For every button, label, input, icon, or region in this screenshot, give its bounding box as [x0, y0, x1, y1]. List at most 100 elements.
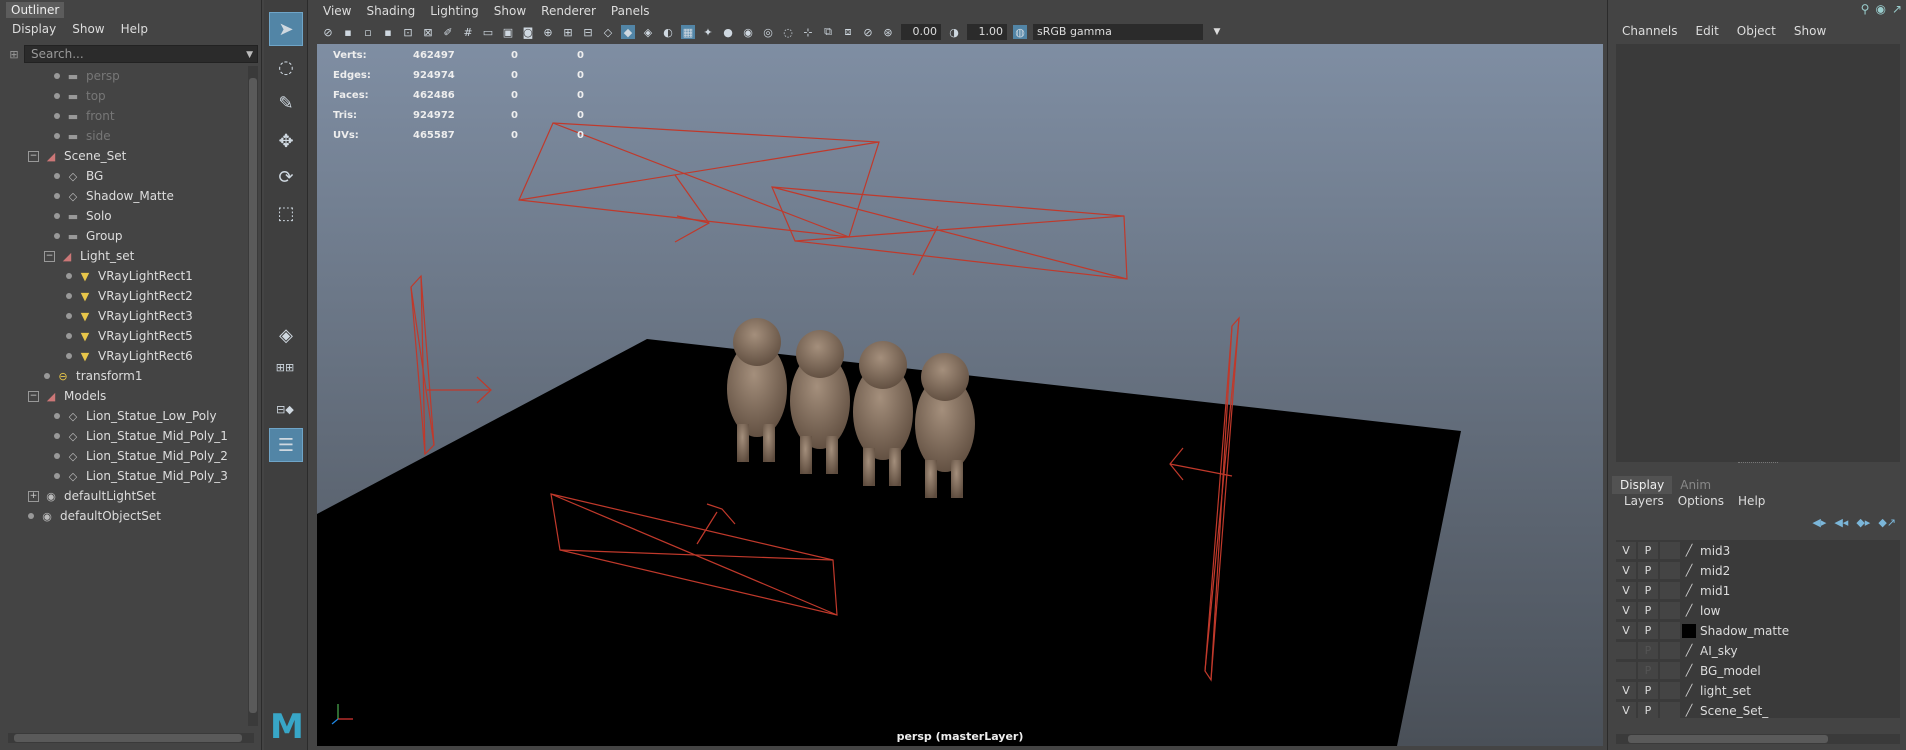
outliner-item[interactable]: ▼ VRayLightRect2	[66, 286, 193, 306]
paint-select-tool-icon[interactable]: ✎	[269, 86, 303, 120]
layer-row[interactable]: V P ╱ mid1	[1616, 581, 1900, 600]
layer-color-icon[interactable]: ╱	[1682, 704, 1696, 718]
layer-playback-toggle[interactable]: P	[1638, 702, 1658, 719]
layer-row[interactable]: V P ╱ light_set	[1616, 681, 1900, 700]
outliner-item[interactable]: ▼ VRayLightRect3	[66, 306, 193, 326]
outliner-horizontal-scrollbar[interactable]	[8, 733, 254, 743]
wireframe-on-shaded-icon[interactable]: ◈	[641, 25, 655, 39]
modeling-toolkit-icon[interactable]: ⚲	[1861, 2, 1870, 16]
gamma-field[interactable]: 1.00	[967, 24, 1007, 40]
camera-attributes-icon[interactable]: ▫	[361, 25, 375, 39]
smooth-shade-icon[interactable]: ◆	[621, 25, 635, 39]
outliner-layout-icon[interactable]: ☰	[269, 428, 303, 462]
layer-playback-toggle[interactable]: P	[1638, 542, 1658, 559]
isolate-select-icon[interactable]: ⊹	[801, 25, 815, 39]
outliner-vertical-scrollbar[interactable]	[248, 66, 258, 726]
use-all-lights-icon[interactable]: ▦	[681, 25, 695, 39]
outliner-search-input[interactable]: Search... ▼	[24, 45, 258, 63]
layer-visibility-toggle[interactable]: V	[1616, 682, 1636, 699]
viewport-menu-view[interactable]: View	[323, 4, 351, 20]
outliner-item[interactable]: ▼ VRayLightRect5	[66, 326, 193, 346]
panel-splitter[interactable]	[1738, 462, 1778, 466]
new-layer-from-selection-icon[interactable]: ◆↗	[1878, 516, 1896, 529]
viewport-menu-panels[interactable]: Panels	[611, 4, 650, 20]
single-pane-layout-icon[interactable]: ◈	[269, 318, 303, 352]
layer-playback-toggle[interactable]: P	[1638, 642, 1658, 659]
layer-visibility-toggle[interactable]	[1616, 662, 1636, 679]
layer-menu-options[interactable]: Options	[1678, 494, 1724, 508]
outliner-item[interactable]: − ◢ Models	[28, 386, 106, 406]
layer-color-icon[interactable]: ╱	[1682, 664, 1696, 678]
layer-display-type-toggle[interactable]	[1660, 622, 1680, 639]
outliner-item[interactable]: ◇ BG	[54, 166, 103, 186]
layer-display-type-toggle[interactable]	[1660, 542, 1680, 559]
outliner-item[interactable]: + ◉ defaultLightSet	[28, 486, 156, 506]
tab-display[interactable]: Display	[1612, 476, 1673, 494]
layer-color-icon[interactable]: ╱	[1682, 544, 1696, 558]
rotate-tool-icon[interactable]: ⟳	[269, 160, 303, 194]
outliner-item[interactable]: ◇ Lion_Statue_Mid_Poly_3	[54, 466, 228, 486]
x-ray-active-icon[interactable]: ⊘	[861, 25, 875, 39]
viewport-menu-show[interactable]: Show	[494, 4, 526, 20]
select-tool-icon[interactable]: ➤	[269, 12, 303, 46]
outliner-item[interactable]: ▬ front	[54, 106, 115, 126]
collapse-icon[interactable]: −	[44, 250, 55, 262]
layer-display-type-toggle[interactable]	[1660, 562, 1680, 579]
resolution-gate-icon[interactable]: ▣	[501, 25, 515, 39]
layer-playback-toggle[interactable]: P	[1638, 602, 1658, 619]
outliner-item[interactable]: ▼ VRayLightRect1	[66, 266, 193, 286]
outliner-item[interactable]: − ◢ Scene_Set	[28, 146, 126, 166]
film-gate-icon[interactable]: ▭	[481, 25, 495, 39]
x-ray-icon[interactable]: ⧉	[821, 25, 835, 39]
viewport-canvas[interactable]: Verts: 462497 0 0 Edges: 924974 0 0 Faces: 462486…	[317, 44, 1603, 746]
channel-box-area[interactable]	[1616, 44, 1900, 462]
color-management-icon[interactable]: ◍	[1013, 25, 1027, 39]
screen-space-ao-icon[interactable]: ●	[721, 25, 735, 39]
grid-icon[interactable]: #	[461, 25, 475, 39]
layer-color-icon[interactable]: ╱	[1682, 644, 1696, 658]
expand-icon[interactable]: +	[28, 490, 39, 502]
safe-action-icon[interactable]: ⊞	[561, 25, 575, 39]
field-chart-icon[interactable]: ⊕	[541, 25, 555, 39]
outliner-title[interactable]: Outliner	[6, 2, 65, 18]
layer-playback-toggle[interactable]: P	[1638, 682, 1658, 699]
outliner-item[interactable]: ▬ persp	[54, 66, 120, 86]
outliner-item[interactable]: ▼ VRayLightRect6	[66, 346, 193, 366]
layer-visibility-toggle[interactable]: V	[1616, 622, 1636, 639]
layer-playback-toggle[interactable]: P	[1638, 582, 1658, 599]
chevron-down-icon[interactable]: ▼	[246, 47, 253, 63]
attribute-editor-icon[interactable]: ◉	[1875, 2, 1885, 16]
layer-display-type-toggle[interactable]	[1660, 642, 1680, 659]
outliner-item[interactable]: ◇ Shadow_Matte	[54, 186, 174, 206]
layer-row[interactable]: V P ╱ mid2	[1616, 561, 1900, 580]
gamma-icon[interactable]: ◑	[947, 25, 961, 39]
layer-playback-toggle[interactable]: P	[1638, 662, 1658, 679]
layer-playback-toggle[interactable]: P	[1638, 562, 1658, 579]
exposure-icon[interactable]: ⊛	[881, 25, 895, 39]
layer-playback-toggle[interactable]: P	[1638, 622, 1658, 639]
depth-of-field-icon[interactable]: ◌	[781, 25, 795, 39]
two-pane-layout-icon[interactable]: ⊟◆	[269, 398, 301, 420]
layer-row[interactable]: V P Shadow_matte	[1616, 621, 1900, 640]
filter-icon[interactable]: ⊞	[4, 48, 24, 61]
lasso-tool-icon[interactable]: ◌	[269, 50, 303, 84]
tool-settings-icon[interactable]: ↗	[1892, 2, 1902, 16]
layer-color-icon[interactable]: ╱	[1682, 604, 1696, 618]
exposure-field[interactable]: 0.00	[901, 24, 941, 40]
shadows-icon[interactable]: ✦	[701, 25, 715, 39]
layer-visibility-toggle[interactable]: V	[1616, 542, 1636, 559]
wireframe-icon[interactable]: ◇	[601, 25, 615, 39]
two-d-pan-icon[interactable]: ⊠	[421, 25, 435, 39]
channel-box-menu-channels[interactable]: Channels	[1622, 24, 1678, 38]
layer-row[interactable]: V P ╱ low	[1616, 601, 1900, 620]
layer-display-type-toggle[interactable]	[1660, 662, 1680, 679]
layer-visibility-toggle[interactable]: V	[1616, 702, 1636, 719]
channel-box-menu-show[interactable]: Show	[1794, 24, 1826, 38]
safe-title-icon[interactable]: ⊟	[581, 25, 595, 39]
layer-row[interactable]: V P ╱ mid3	[1616, 541, 1900, 560]
layer-menu-help[interactable]: Help	[1738, 494, 1765, 508]
outliner-item[interactable]: ▬ Solo	[54, 206, 112, 226]
layer-color-icon[interactable]: ╱	[1682, 584, 1696, 598]
anti-aliasing-icon[interactable]: ◎	[761, 25, 775, 39]
layer-horizontal-scrollbar[interactable]	[1616, 734, 1900, 744]
